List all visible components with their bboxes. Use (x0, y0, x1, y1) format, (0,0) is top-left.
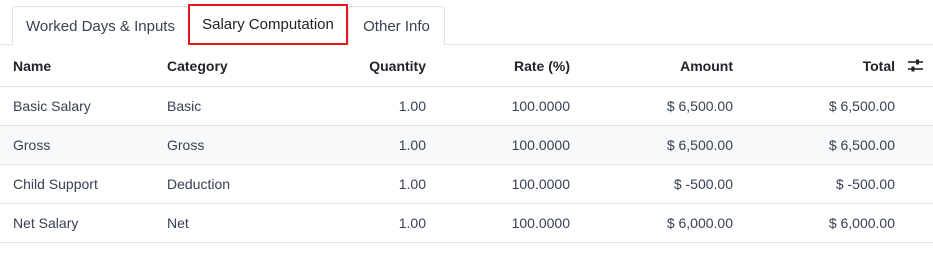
cell-rate: 100.0000 (511, 98, 570, 114)
table-row[interactable]: Net Salary Net 1.00 100.0000 $ 6,000.00 … (0, 204, 933, 243)
cell-name: Basic Salary (13, 98, 91, 114)
tab-label: Other Info (363, 17, 430, 35)
cell-rate: 100.0000 (511, 137, 570, 153)
tab-salary-computation[interactable]: Salary Computation (188, 4, 348, 45)
cell-amount: $ 6,500.00 (666, 137, 733, 153)
cell-category: Gross (167, 137, 205, 153)
cell-total: $ 6,500.00 (828, 137, 895, 153)
cell-total: $ 6,000.00 (828, 215, 895, 231)
cell-category: Net (167, 215, 189, 231)
cell-quantity: 1.00 (398, 137, 426, 153)
cell-quantity: 1.00 (398, 215, 426, 231)
tab-label: Salary Computation (202, 16, 334, 33)
column-header-name[interactable]: Name (13, 45, 51, 86)
sliders-icon[interactable] (906, 45, 924, 86)
cell-name: Gross (13, 137, 51, 153)
cell-rate: 100.0000 (511, 176, 570, 192)
table-header-row: Name Category Quantity Rate (%) Amount T… (0, 45, 933, 87)
cell-quantity: 1.00 (398, 176, 426, 192)
cell-total: $ -500.00 (835, 176, 895, 192)
tab-bar: Worked Days & Inputs Salary Computation … (0, 0, 933, 45)
cell-category: Basic (167, 98, 202, 114)
column-header-category[interactable]: Category (167, 45, 228, 86)
tab-label: Worked Days & Inputs (26, 17, 175, 35)
cell-total: $ 6,500.00 (828, 98, 895, 114)
cell-name: Net Salary (13, 215, 79, 231)
column-header-amount[interactable]: Amount (680, 45, 733, 86)
tab-other-info[interactable]: Other Info (348, 6, 445, 45)
cell-amount: $ 6,000.00 (666, 215, 733, 231)
cell-rate: 100.0000 (511, 215, 570, 231)
table-row[interactable]: Child Support Deduction 1.00 100.0000 $ … (0, 165, 933, 204)
tab-worked-days-inputs[interactable]: Worked Days & Inputs (12, 6, 189, 45)
column-header-quantity[interactable]: Quantity (369, 45, 426, 86)
payslip-lines-panel: Worked Days & Inputs Salary Computation … (0, 0, 933, 256)
table-row[interactable]: Gross Gross 1.00 100.0000 $ 6,500.00 $ 6… (0, 126, 933, 165)
cell-category: Deduction (167, 176, 231, 192)
column-header-rate[interactable]: Rate (%) (514, 45, 570, 86)
salary-lines-table: Name Category Quantity Rate (%) Amount T… (0, 45, 933, 243)
cell-quantity: 1.00 (398, 98, 426, 114)
cell-name: Child Support (13, 176, 98, 192)
column-header-total[interactable]: Total (863, 45, 895, 86)
cell-amount: $ -500.00 (673, 176, 733, 192)
cell-amount: $ 6,500.00 (666, 98, 733, 114)
table-row[interactable]: Basic Salary Basic 1.00 100.0000 $ 6,500… (0, 87, 933, 126)
